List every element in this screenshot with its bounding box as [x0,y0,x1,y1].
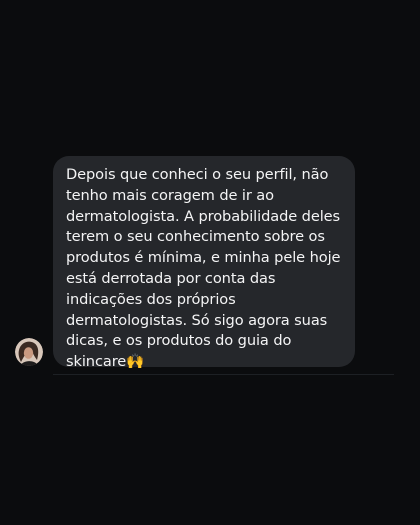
sender-avatar[interactable] [15,338,43,366]
avatar-photo-icon [15,338,43,366]
chat-thread: Depois que conheci o seu perfil, não ten… [0,0,420,525]
message-bubble[interactable]: Depois que conheci o seu perfil, não ten… [53,156,355,370]
message-divider [53,374,394,375]
